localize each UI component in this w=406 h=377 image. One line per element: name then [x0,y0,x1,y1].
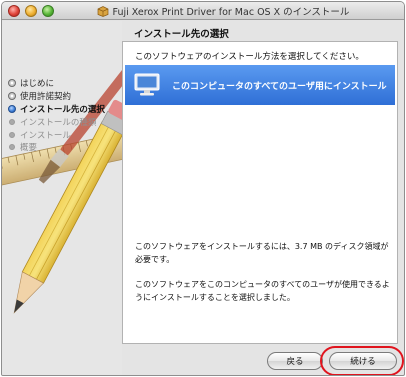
step-pending-bullet-icon [9,118,15,125]
step-done-bullet-icon [8,92,16,101]
step-installation: インストール [8,128,122,141]
install-choice-info: このソフトウェアをこのコンピュータのすべてのユーザが使用できるようにインストール… [135,280,390,302]
page-title: インストール先の選択 [134,29,229,40]
zoom-window-button[interactable] [42,5,54,17]
title-bar[interactable]: Fuji Xerox Print Driver for Mac OS X のイン… [2,2,404,20]
step-pending-bullet-icon [9,144,15,151]
step-pending-bullet-icon [9,131,15,138]
monitor-icon [134,73,160,96]
step-destination-select: インストール先の選択 [8,103,122,116]
back-button[interactable]: 戻る [267,352,323,370]
step-current-bullet-icon [8,104,16,113]
disk-space-info: このソフトウェアをインストールするには、3.7 MB のディスク領域が必要です。 [135,242,389,264]
destination-option-label: このコンピュータのすべてのユーザ用にインストール [172,81,387,92]
installer-window: Fuji Xerox Print Driver for Mac OS X のイン… [1,1,405,376]
content-panel: このソフトウェアのインストール方法を選択してください。 このコンピュータのすべて… [122,41,398,344]
step-label: インストール [20,130,71,141]
continue-button[interactable]: 続ける [329,352,397,370]
instruction-text: このソフトウェアのインストール方法を選択してください。 [135,52,364,62]
step-installation-type: インストールの種類 [8,115,122,128]
step-license: 使用許諾契約 [8,90,122,103]
step-introduction: はじめに [8,77,122,90]
step-label: 概要 [20,143,38,154]
minimize-window-button[interactable] [25,5,37,17]
step-summary: 概要 [8,141,122,154]
close-window-button[interactable] [8,5,20,17]
pencil-ruler-illustration [2,57,122,314]
step-label: インストール先の選択 [20,104,105,115]
step-done-bullet-icon [8,79,16,88]
step-label: インストールの種類 [20,117,97,128]
step-label: 使用許諾契約 [20,92,72,103]
destination-option-all-users[interactable]: このコンピュータのすべてのユーザ用にインストール [125,65,395,105]
step-label: はじめに [20,79,55,90]
sidebar-artwork: はじめに 使用許諾契約 インストール先の選択 インストールの種類 インストール … [2,21,122,375]
window-title: Fuji Xerox Print Driver for Mac OS X のイン… [78,4,368,18]
installer-box-icon [97,6,108,17]
installer-steps-list: はじめに 使用許諾契約 インストール先の選択 インストールの種類 インストール … [8,77,122,154]
window-title-text: Fuji Xerox Print Driver for Mac OS X のイン… [112,7,350,18]
